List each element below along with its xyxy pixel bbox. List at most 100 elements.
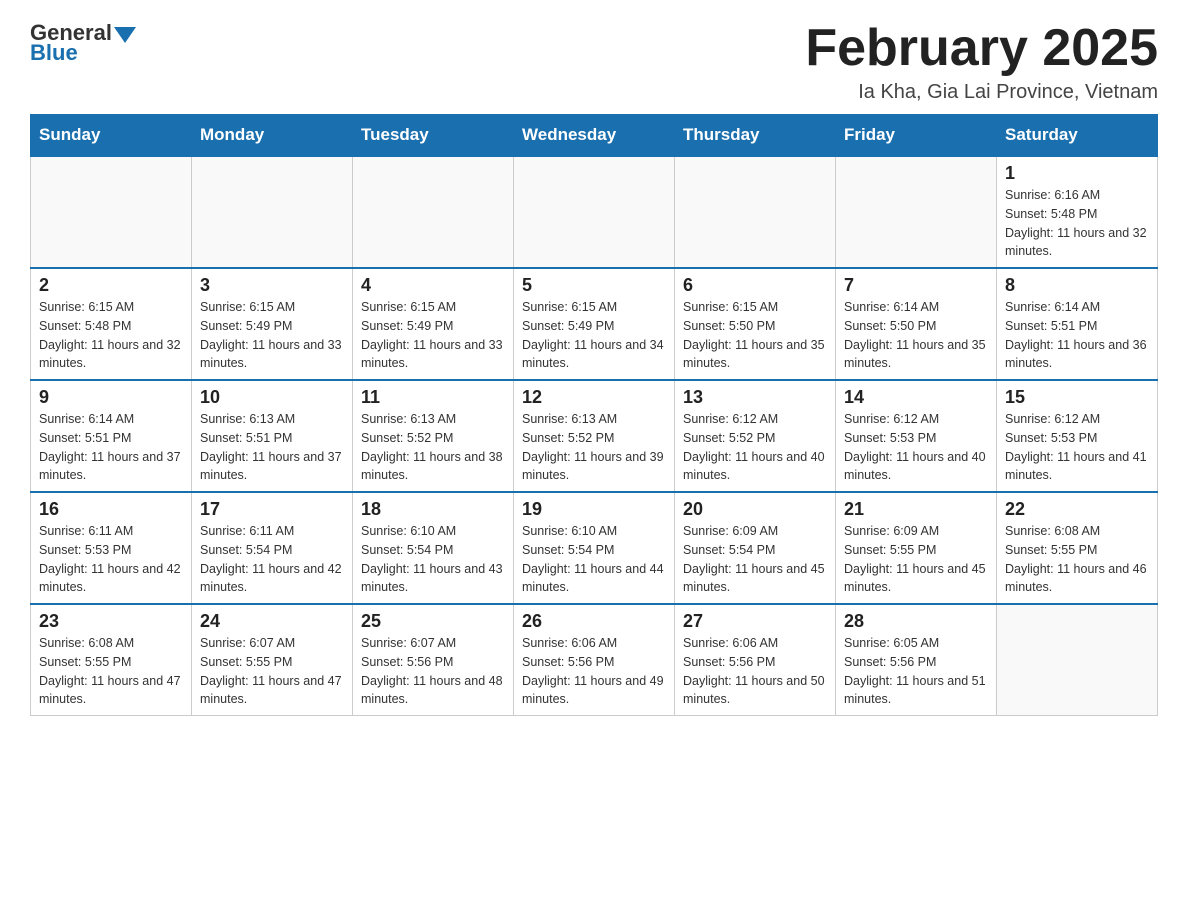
day-info: Sunrise: 6:05 AM Sunset: 5:56 PM Dayligh… [844, 634, 988, 709]
page-header: General Blue February 2025 Ia Kha, Gia L… [30, 20, 1158, 104]
calendar-cell [192, 156, 353, 268]
weekday-header-wednesday: Wednesday [514, 115, 675, 157]
day-number: 28 [844, 611, 988, 632]
weekday-header-sunday: Sunday [31, 115, 192, 157]
day-number: 20 [683, 499, 827, 520]
calendar-cell: 10Sunrise: 6:13 AM Sunset: 5:51 PM Dayli… [192, 380, 353, 492]
day-number: 4 [361, 275, 505, 296]
calendar-cell: 13Sunrise: 6:12 AM Sunset: 5:52 PM Dayli… [675, 380, 836, 492]
day-number: 14 [844, 387, 988, 408]
calendar-cell: 22Sunrise: 6:08 AM Sunset: 5:55 PM Dayli… [997, 492, 1158, 604]
day-number: 15 [1005, 387, 1149, 408]
calendar-cell [675, 156, 836, 268]
day-number: 27 [683, 611, 827, 632]
day-info: Sunrise: 6:15 AM Sunset: 5:48 PM Dayligh… [39, 298, 183, 373]
weekday-header-friday: Friday [836, 115, 997, 157]
location: Ia Kha, Gia Lai Province, Vietnam [805, 81, 1158, 104]
day-info: Sunrise: 6:15 AM Sunset: 5:49 PM Dayligh… [361, 298, 505, 373]
calendar-cell: 15Sunrise: 6:12 AM Sunset: 5:53 PM Dayli… [997, 380, 1158, 492]
day-info: Sunrise: 6:16 AM Sunset: 5:48 PM Dayligh… [1005, 186, 1149, 261]
day-number: 19 [522, 499, 666, 520]
logo: General Blue [30, 20, 136, 66]
day-info: Sunrise: 6:07 AM Sunset: 5:55 PM Dayligh… [200, 634, 344, 709]
calendar-cell: 11Sunrise: 6:13 AM Sunset: 5:52 PM Dayli… [353, 380, 514, 492]
weekday-header-tuesday: Tuesday [353, 115, 514, 157]
calendar-cell [997, 604, 1158, 716]
calendar-cell: 6Sunrise: 6:15 AM Sunset: 5:50 PM Daylig… [675, 268, 836, 380]
day-info: Sunrise: 6:06 AM Sunset: 5:56 PM Dayligh… [683, 634, 827, 709]
day-info: Sunrise: 6:10 AM Sunset: 5:54 PM Dayligh… [361, 522, 505, 597]
day-info: Sunrise: 6:13 AM Sunset: 5:52 PM Dayligh… [522, 410, 666, 485]
day-info: Sunrise: 6:15 AM Sunset: 5:49 PM Dayligh… [200, 298, 344, 373]
calendar-cell: 3Sunrise: 6:15 AM Sunset: 5:49 PM Daylig… [192, 268, 353, 380]
calendar-cell: 24Sunrise: 6:07 AM Sunset: 5:55 PM Dayli… [192, 604, 353, 716]
day-info: Sunrise: 6:11 AM Sunset: 5:54 PM Dayligh… [200, 522, 344, 597]
calendar-week-4: 16Sunrise: 6:11 AM Sunset: 5:53 PM Dayli… [31, 492, 1158, 604]
calendar-cell: 27Sunrise: 6:06 AM Sunset: 5:56 PM Dayli… [675, 604, 836, 716]
day-info: Sunrise: 6:09 AM Sunset: 5:55 PM Dayligh… [844, 522, 988, 597]
day-number: 2 [39, 275, 183, 296]
calendar-body: 1Sunrise: 6:16 AM Sunset: 5:48 PM Daylig… [31, 156, 1158, 716]
day-number: 10 [200, 387, 344, 408]
day-number: 6 [683, 275, 827, 296]
calendar-cell: 20Sunrise: 6:09 AM Sunset: 5:54 PM Dayli… [675, 492, 836, 604]
day-info: Sunrise: 6:14 AM Sunset: 5:51 PM Dayligh… [1005, 298, 1149, 373]
calendar-cell [353, 156, 514, 268]
day-info: Sunrise: 6:13 AM Sunset: 5:51 PM Dayligh… [200, 410, 344, 485]
day-number: 16 [39, 499, 183, 520]
day-info: Sunrise: 6:08 AM Sunset: 5:55 PM Dayligh… [39, 634, 183, 709]
calendar-cell: 14Sunrise: 6:12 AM Sunset: 5:53 PM Dayli… [836, 380, 997, 492]
calendar-cell: 9Sunrise: 6:14 AM Sunset: 5:51 PM Daylig… [31, 380, 192, 492]
logo-triangle-icon [114, 23, 136, 45]
day-number: 3 [200, 275, 344, 296]
day-info: Sunrise: 6:11 AM Sunset: 5:53 PM Dayligh… [39, 522, 183, 597]
calendar-header: SundayMondayTuesdayWednesdayThursdayFrid… [31, 115, 1158, 157]
calendar-cell [836, 156, 997, 268]
day-info: Sunrise: 6:14 AM Sunset: 5:50 PM Dayligh… [844, 298, 988, 373]
calendar-cell: 18Sunrise: 6:10 AM Sunset: 5:54 PM Dayli… [353, 492, 514, 604]
weekday-header-saturday: Saturday [997, 115, 1158, 157]
title-block: February 2025 Ia Kha, Gia Lai Province, … [805, 20, 1158, 104]
day-info: Sunrise: 6:12 AM Sunset: 5:53 PM Dayligh… [1005, 410, 1149, 485]
day-number: 11 [361, 387, 505, 408]
day-info: Sunrise: 6:15 AM Sunset: 5:49 PM Dayligh… [522, 298, 666, 373]
day-info: Sunrise: 6:12 AM Sunset: 5:52 PM Dayligh… [683, 410, 827, 485]
calendar-cell: 17Sunrise: 6:11 AM Sunset: 5:54 PM Dayli… [192, 492, 353, 604]
day-number: 18 [361, 499, 505, 520]
weekday-header-monday: Monday [192, 115, 353, 157]
day-number: 22 [1005, 499, 1149, 520]
day-info: Sunrise: 6:15 AM Sunset: 5:50 PM Dayligh… [683, 298, 827, 373]
calendar-week-5: 23Sunrise: 6:08 AM Sunset: 5:55 PM Dayli… [31, 604, 1158, 716]
calendar-cell: 19Sunrise: 6:10 AM Sunset: 5:54 PM Dayli… [514, 492, 675, 604]
calendar-week-3: 9Sunrise: 6:14 AM Sunset: 5:51 PM Daylig… [31, 380, 1158, 492]
day-info: Sunrise: 6:10 AM Sunset: 5:54 PM Dayligh… [522, 522, 666, 597]
calendar-cell: 2Sunrise: 6:15 AM Sunset: 5:48 PM Daylig… [31, 268, 192, 380]
day-number: 13 [683, 387, 827, 408]
day-number: 21 [844, 499, 988, 520]
calendar-cell: 23Sunrise: 6:08 AM Sunset: 5:55 PM Dayli… [31, 604, 192, 716]
day-number: 26 [522, 611, 666, 632]
day-number: 9 [39, 387, 183, 408]
day-info: Sunrise: 6:09 AM Sunset: 5:54 PM Dayligh… [683, 522, 827, 597]
calendar-cell: 4Sunrise: 6:15 AM Sunset: 5:49 PM Daylig… [353, 268, 514, 380]
day-number: 8 [1005, 275, 1149, 296]
day-number: 23 [39, 611, 183, 632]
calendar-week-1: 1Sunrise: 6:16 AM Sunset: 5:48 PM Daylig… [31, 156, 1158, 268]
day-info: Sunrise: 6:07 AM Sunset: 5:56 PM Dayligh… [361, 634, 505, 709]
day-info: Sunrise: 6:08 AM Sunset: 5:55 PM Dayligh… [1005, 522, 1149, 597]
day-info: Sunrise: 6:12 AM Sunset: 5:53 PM Dayligh… [844, 410, 988, 485]
calendar-cell: 1Sunrise: 6:16 AM Sunset: 5:48 PM Daylig… [997, 156, 1158, 268]
calendar-cell: 21Sunrise: 6:09 AM Sunset: 5:55 PM Dayli… [836, 492, 997, 604]
calendar-cell: 16Sunrise: 6:11 AM Sunset: 5:53 PM Dayli… [31, 492, 192, 604]
day-number: 1 [1005, 163, 1149, 184]
calendar-cell: 5Sunrise: 6:15 AM Sunset: 5:49 PM Daylig… [514, 268, 675, 380]
month-title: February 2025 [805, 20, 1158, 77]
day-info: Sunrise: 6:13 AM Sunset: 5:52 PM Dayligh… [361, 410, 505, 485]
calendar-cell: 8Sunrise: 6:14 AM Sunset: 5:51 PM Daylig… [997, 268, 1158, 380]
calendar-cell: 25Sunrise: 6:07 AM Sunset: 5:56 PM Dayli… [353, 604, 514, 716]
calendar-cell: 7Sunrise: 6:14 AM Sunset: 5:50 PM Daylig… [836, 268, 997, 380]
day-number: 17 [200, 499, 344, 520]
day-number: 7 [844, 275, 988, 296]
day-number: 25 [361, 611, 505, 632]
logo-blue: Blue [30, 40, 78, 66]
